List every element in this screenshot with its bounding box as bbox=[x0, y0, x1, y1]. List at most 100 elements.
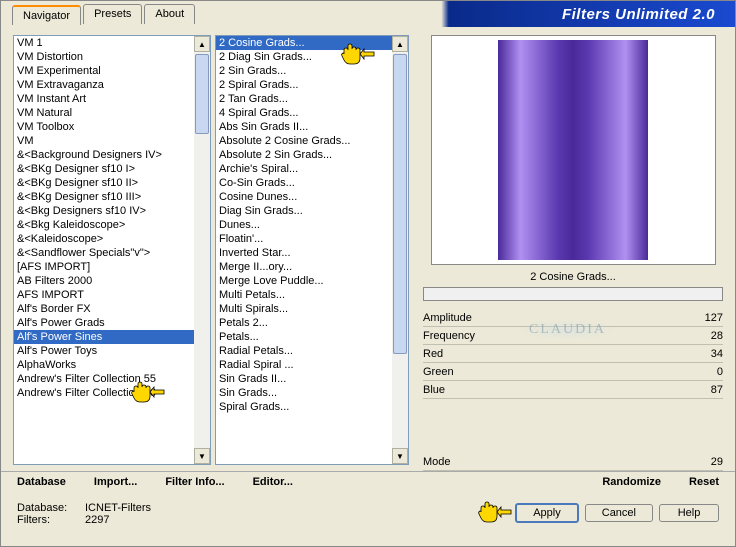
category-item[interactable]: Andrew's Filter Collection 56 bbox=[14, 386, 210, 400]
filter-scrollbar[interactable]: ▲ ▼ bbox=[392, 36, 408, 464]
category-item[interactable]: Andrew's Filter Collection 55 bbox=[14, 372, 210, 386]
filter-item[interactable]: Absolute 2 Sin Grads... bbox=[216, 148, 408, 162]
filter-item[interactable]: Cosine Dunes... bbox=[216, 190, 408, 204]
menu-import[interactable]: Import... bbox=[94, 476, 137, 488]
scroll-up-icon[interactable]: ▲ bbox=[194, 36, 210, 52]
preview-canvas bbox=[431, 35, 716, 265]
param-value: 29 bbox=[693, 456, 723, 468]
category-item[interactable]: Alf's Power Toys bbox=[14, 344, 210, 358]
filter-item[interactable]: Merge Love Puddle... bbox=[216, 274, 408, 288]
filter-item[interactable]: Dunes... bbox=[216, 218, 408, 232]
category-item[interactable]: &<Sandflower Specials"v"> bbox=[14, 246, 210, 260]
category-item[interactable]: [AFS IMPORT] bbox=[14, 260, 210, 274]
filter-item[interactable]: 2 Diag Sin Grads... bbox=[216, 50, 408, 64]
category-list[interactable]: VM 1VM DistortionVM ExperimentalVM Extra… bbox=[13, 35, 211, 465]
filter-item[interactable]: Radial Spiral ... bbox=[216, 358, 408, 372]
param-amplitude[interactable]: Amplitude127 bbox=[423, 309, 723, 327]
category-item[interactable]: &<Background Designers IV> bbox=[14, 148, 210, 162]
param-blue[interactable]: Blue87 bbox=[423, 381, 723, 399]
category-item[interactable]: VM Distortion bbox=[14, 50, 210, 64]
category-item[interactable]: &<BKg Designer sf10 III> bbox=[14, 190, 210, 204]
category-item[interactable]: VM bbox=[14, 134, 210, 148]
param-label: Frequency bbox=[423, 330, 693, 342]
category-scrollbar[interactable]: ▲ ▼ bbox=[194, 36, 210, 464]
filter-item[interactable]: Sin Grads... bbox=[216, 386, 408, 400]
category-item[interactable]: Alf's Border FX bbox=[14, 302, 210, 316]
app-title: Filters Unlimited 2.0 bbox=[562, 6, 715, 23]
category-item[interactable]: VM Extravaganza bbox=[14, 78, 210, 92]
filter-item[interactable]: 2 Spiral Grads... bbox=[216, 78, 408, 92]
preview-image bbox=[498, 40, 648, 260]
category-item[interactable]: AB Filters 2000 bbox=[14, 274, 210, 288]
filter-item[interactable]: Petals 2... bbox=[216, 316, 408, 330]
category-item[interactable]: &<Bkg Designers sf10 IV> bbox=[14, 204, 210, 218]
filter-item[interactable]: Merge II...ory... bbox=[216, 260, 408, 274]
param-value: 28 bbox=[693, 330, 723, 342]
scroll-up-icon[interactable]: ▲ bbox=[392, 36, 408, 52]
category-item[interactable]: &<Bkg Kaleidoscope> bbox=[14, 218, 210, 232]
filter-item[interactable]: Floatin'... bbox=[216, 232, 408, 246]
category-item[interactable]: VM Natural bbox=[14, 106, 210, 120]
db-value: ICNET-Filters bbox=[85, 502, 151, 514]
filter-item[interactable]: Archie's Spiral... bbox=[216, 162, 408, 176]
cancel-button[interactable]: Cancel bbox=[585, 504, 653, 522]
menu-filter-info[interactable]: Filter Info... bbox=[165, 476, 224, 488]
category-item[interactable]: Alf's Power Sines bbox=[14, 330, 210, 344]
param-value: 127 bbox=[693, 312, 723, 324]
filter-item[interactable]: Abs Sin Grads II... bbox=[216, 120, 408, 134]
progress-bar bbox=[423, 287, 723, 301]
filter-item[interactable]: Petals... bbox=[216, 330, 408, 344]
scroll-down-icon[interactable]: ▼ bbox=[392, 448, 408, 464]
filter-item[interactable]: 2 Cosine Grads... bbox=[216, 36, 408, 50]
parameter-panel: Amplitude127Frequency28Red34Green0Blue87 bbox=[423, 309, 723, 439]
tab-presets[interactable]: Presets bbox=[83, 4, 142, 24]
filters-count-value: 2297 bbox=[85, 514, 109, 526]
category-item[interactable]: &<BKg Designer sf10 I> bbox=[14, 162, 210, 176]
scroll-thumb[interactable] bbox=[195, 54, 209, 134]
menu-bar: Database Import... Filter Info... Editor… bbox=[1, 471, 735, 492]
tab-about[interactable]: About bbox=[144, 4, 195, 24]
pointer-icon bbox=[130, 380, 166, 406]
param-frequency[interactable]: Frequency28 bbox=[423, 327, 723, 345]
param-red[interactable]: Red34 bbox=[423, 345, 723, 363]
param-green[interactable]: Green0 bbox=[423, 363, 723, 381]
filter-item[interactable]: Spiral Grads... bbox=[216, 400, 408, 414]
filter-item[interactable]: Radial Petals... bbox=[216, 344, 408, 358]
menu-reset[interactable]: Reset bbox=[689, 476, 719, 488]
scroll-down-icon[interactable]: ▼ bbox=[194, 448, 210, 464]
help-button[interactable]: Help bbox=[659, 504, 719, 522]
pointer-icon bbox=[477, 500, 513, 526]
category-item[interactable]: VM Toolbox bbox=[14, 120, 210, 134]
filter-item[interactable]: Absolute 2 Cosine Grads... bbox=[216, 134, 408, 148]
category-item[interactable]: VM Instant Art bbox=[14, 92, 210, 106]
category-item[interactable]: Alf's Power Grads bbox=[14, 316, 210, 330]
category-item[interactable]: AFS IMPORT bbox=[14, 288, 210, 302]
category-item[interactable]: VM Experimental bbox=[14, 64, 210, 78]
filter-item[interactable]: Multi Spirals... bbox=[216, 302, 408, 316]
param-label: Mode bbox=[423, 456, 693, 468]
menu-editor[interactable]: Editor... bbox=[253, 476, 293, 488]
filter-item[interactable]: 2 Tan Grads... bbox=[216, 92, 408, 106]
filter-list[interactable]: 2 Cosine Grads...2 Diag Sin Grads...2 Si… bbox=[215, 35, 409, 465]
category-item[interactable]: AlphaWorks bbox=[14, 358, 210, 372]
param-value: 34 bbox=[693, 348, 723, 360]
menu-randomize[interactable]: Randomize bbox=[602, 476, 661, 488]
filter-item[interactable]: Inverted Star... bbox=[216, 246, 408, 260]
filter-item[interactable]: Diag Sin Grads... bbox=[216, 204, 408, 218]
scroll-thumb[interactable] bbox=[393, 54, 407, 354]
apply-button[interactable]: Apply bbox=[515, 503, 579, 523]
menu-database[interactable]: Database bbox=[17, 476, 66, 488]
tab-navigator[interactable]: Navigator bbox=[12, 5, 81, 25]
param-value: 0 bbox=[693, 366, 723, 378]
category-item[interactable]: &<BKg Designer sf10 II> bbox=[14, 176, 210, 190]
category-item[interactable]: VM 1 bbox=[14, 36, 210, 50]
category-item[interactable]: &<Kaleidoscope> bbox=[14, 232, 210, 246]
filter-item[interactable]: Multi Petals... bbox=[216, 288, 408, 302]
param-label: Amplitude bbox=[423, 312, 693, 324]
footer-info: Database:ICNET-Filters Filters:2297 bbox=[17, 502, 477, 526]
filter-item[interactable]: 2 Sin Grads... bbox=[216, 64, 408, 78]
filter-item[interactable]: Sin Grads II... bbox=[216, 372, 408, 386]
filter-item[interactable]: Co-Sin Grads... bbox=[216, 176, 408, 190]
param-mode[interactable]: Mode 29 bbox=[423, 453, 723, 471]
filter-item[interactable]: 4 Spiral Grads... bbox=[216, 106, 408, 120]
